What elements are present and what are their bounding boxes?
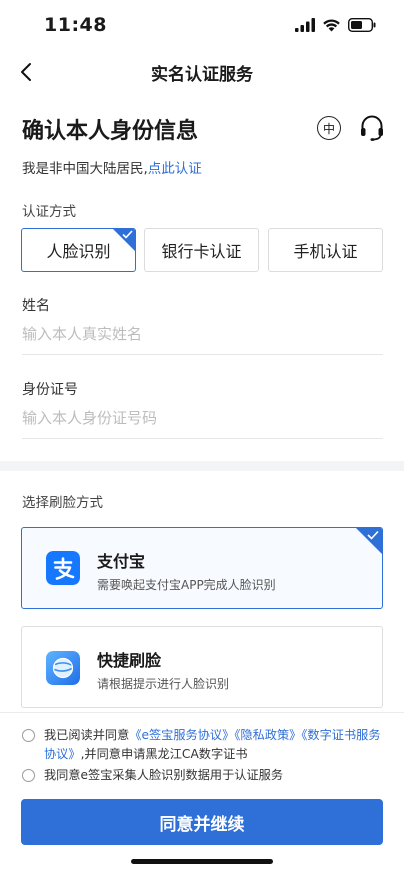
name-label: 姓名: [22, 298, 50, 314]
tab-phone[interactable]: 手机认证: [268, 228, 383, 272]
name-underline: [22, 354, 383, 355]
face-method-label: 选择刷脸方式: [22, 495, 103, 511]
non-resident-link[interactable]: 点此认证: [148, 161, 202, 177]
agreement-checkbox-2[interactable]: [22, 769, 35, 782]
check-icon: [367, 530, 379, 540]
face-option-desc: 请根据提示进行人脸识别: [97, 677, 230, 691]
agreement-suffix: ,并同意申请黑龙江CA数字证书: [80, 747, 248, 761]
nav-title: 实名认证服务: [151, 65, 253, 85]
agreement-text-2: 我同意e签宝采集人脸识别数据用于认证服务: [44, 768, 284, 782]
battery-icon: [348, 18, 376, 32]
auth-method-label: 认证方式: [22, 204, 76, 220]
section-divider: [0, 461, 404, 471]
page-title: 确认本人身份信息: [22, 119, 199, 144]
customer-service-button[interactable]: [359, 114, 385, 142]
language-label: 中: [322, 121, 335, 136]
wifi-icon: [323, 19, 340, 32]
home-indicator: [131, 859, 273, 864]
id-number-underline: [22, 438, 383, 439]
agreement-divider: [0, 712, 404, 713]
name-input[interactable]: [22, 321, 383, 347]
privacy-policy-link[interactable]: 《隐私政策》: [234, 728, 301, 742]
agree-continue-button[interactable]: 同意并继续: [21, 799, 383, 845]
non-resident-text: 我是非中国大陆居民,: [22, 161, 148, 177]
quick-face-icon: [46, 651, 80, 685]
agreement-prefix: 我已阅读并同意: [44, 728, 130, 742]
tab-label: 银行卡认证: [161, 242, 242, 261]
tab-label: 手机认证: [293, 242, 358, 261]
status-icons: [295, 16, 376, 34]
service-agreement-link[interactable]: 《e签宝服务协议》: [129, 728, 234, 742]
tab-face-recognition[interactable]: 人脸识别: [21, 228, 136, 272]
headset-icon: [361, 115, 383, 141]
id-number-label: 身份证号: [22, 382, 78, 398]
tab-bank-card[interactable]: 银行卡认证: [144, 228, 259, 272]
face-option-title: 支付宝: [97, 552, 146, 571]
id-number-input[interactable]: [22, 405, 383, 431]
language-button[interactable]: 中: [317, 116, 341, 140]
check-icon: [122, 230, 133, 239]
non-resident-line: 我是非中国大陆居民,点此认证: [22, 157, 202, 177]
agreement-checkbox-1[interactable]: [22, 729, 35, 742]
face-option-title: 快捷刷脸: [97, 651, 162, 670]
face-option-desc: 需要唤起支付宝APP完成人脸识别: [97, 578, 276, 592]
face-option-quick[interactable]: 快捷刷脸 请根据提示进行人脸识别: [21, 626, 383, 708]
agreement-text-1: 我已阅读并同意《e签宝服务协议》《隐私政策》《数字证书服务协议》,并同意申请黑龙…: [44, 726, 389, 764]
face-option-alipay[interactable]: 支付宝 需要唤起支付宝APP完成人脸识别: [21, 527, 383, 609]
status-time: 11:48: [44, 14, 107, 36]
tab-label: 人脸识别: [46, 242, 111, 261]
alipay-icon: [46, 551, 80, 585]
signal-icon: [295, 18, 315, 32]
